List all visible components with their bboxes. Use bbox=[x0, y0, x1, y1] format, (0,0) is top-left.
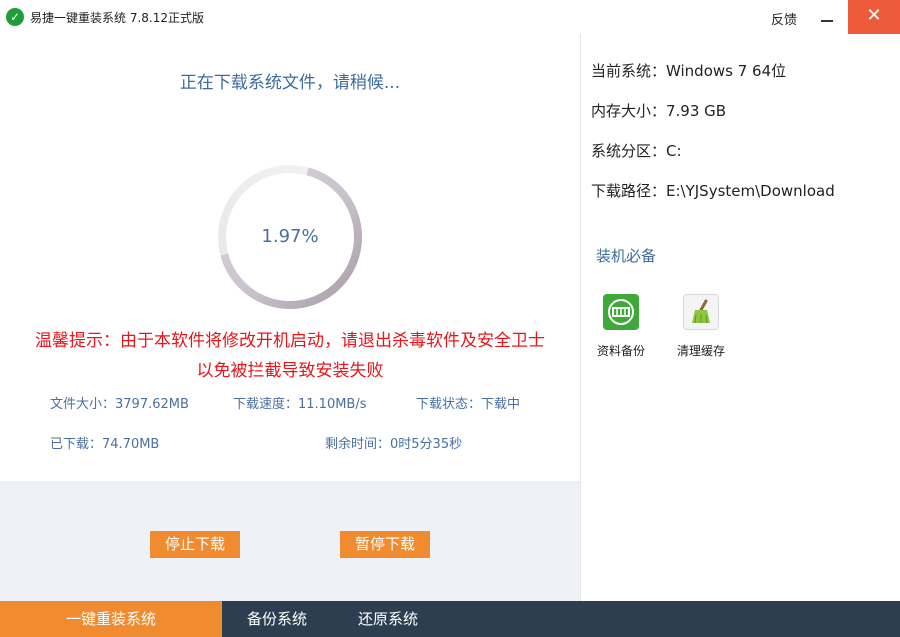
title-bar: ✓ 易捷一键重装系统 7.8.12正式版 反馈 ✕ bbox=[0, 0, 900, 34]
warning-text-line-1: 温馨提示：由于本软件将修改开机启动，请退出杀毒软件及安全卫士 bbox=[35, 331, 545, 351]
download-heading: 正在下载系统文件，请稍候... bbox=[179, 73, 401, 93]
data-backup-label: 资料备份 bbox=[596, 344, 645, 358]
data-backup-tool[interactable]: 资料备份 bbox=[581, 294, 661, 359]
data-backup-icon bbox=[603, 294, 639, 330]
tab-backup-system[interactable]: 备份系统 bbox=[222, 601, 332, 637]
current-system-info: 当前系统：Windows 7 64位 bbox=[591, 62, 787, 80]
minimize-icon bbox=[821, 20, 833, 22]
action-area: 停止下载 暂停下载 bbox=[0, 481, 580, 601]
close-icon: ✕ bbox=[866, 5, 882, 26]
close-button[interactable]: ✕ bbox=[848, 0, 900, 34]
remaining-time-stat: 剩余时间：0时5分35秒 bbox=[325, 437, 463, 452]
tab-restore-system[interactable]: 还原系统 bbox=[332, 601, 444, 637]
tab-one-click-reinstall[interactable]: 一键重装系统 bbox=[0, 601, 222, 637]
memory-info: 内存大小：7.93 GB bbox=[591, 102, 727, 120]
pause-download-button[interactable]: 暂停下载 bbox=[340, 531, 430, 558]
download-path-info: 下载路径：E:\YJSystem\Download bbox=[591, 182, 835, 200]
progress-percent: 1.97% bbox=[261, 226, 319, 247]
minimize-button[interactable] bbox=[812, 0, 840, 34]
app-logo-icon: ✓ bbox=[6, 8, 24, 26]
feedback-link[interactable]: 反馈 bbox=[771, 9, 797, 28]
app-title: 易捷一键重装系统 7.8.12正式版 bbox=[30, 11, 204, 25]
bottom-navigation: 一键重装系统 备份系统 还原系统 bbox=[0, 601, 900, 637]
downloaded-stat: 已下载：74.70MB bbox=[50, 437, 160, 452]
stop-download-button[interactable]: 停止下载 bbox=[150, 531, 240, 558]
essentials-section-title: 装机必备 bbox=[596, 247, 657, 265]
partition-info: 系统分区：C: bbox=[591, 142, 682, 160]
clean-cache-label: 清理缓存 bbox=[676, 344, 725, 358]
broom-clean-icon bbox=[683, 294, 719, 330]
file-size-stat: 文件大小：3797.62MB bbox=[50, 397, 189, 412]
warning-text-line-2: 以免被拦截导致安装失败 bbox=[196, 361, 384, 381]
download-panel: 正在下载系统文件，请稍候... 1.97% 温馨提示：由于本软件将修改开机启动，… bbox=[0, 34, 580, 481]
download-state-stat: 下载状态：下载中 bbox=[416, 397, 521, 412]
system-info-panel: 当前系统：Windows 7 64位 内存大小：7.93 GB 系统分区：C: … bbox=[580, 34, 900, 601]
clean-cache-tool[interactable]: 清理缓存 bbox=[661, 294, 741, 359]
download-speed-stat: 下载速度：11.10MB/s bbox=[233, 397, 367, 412]
